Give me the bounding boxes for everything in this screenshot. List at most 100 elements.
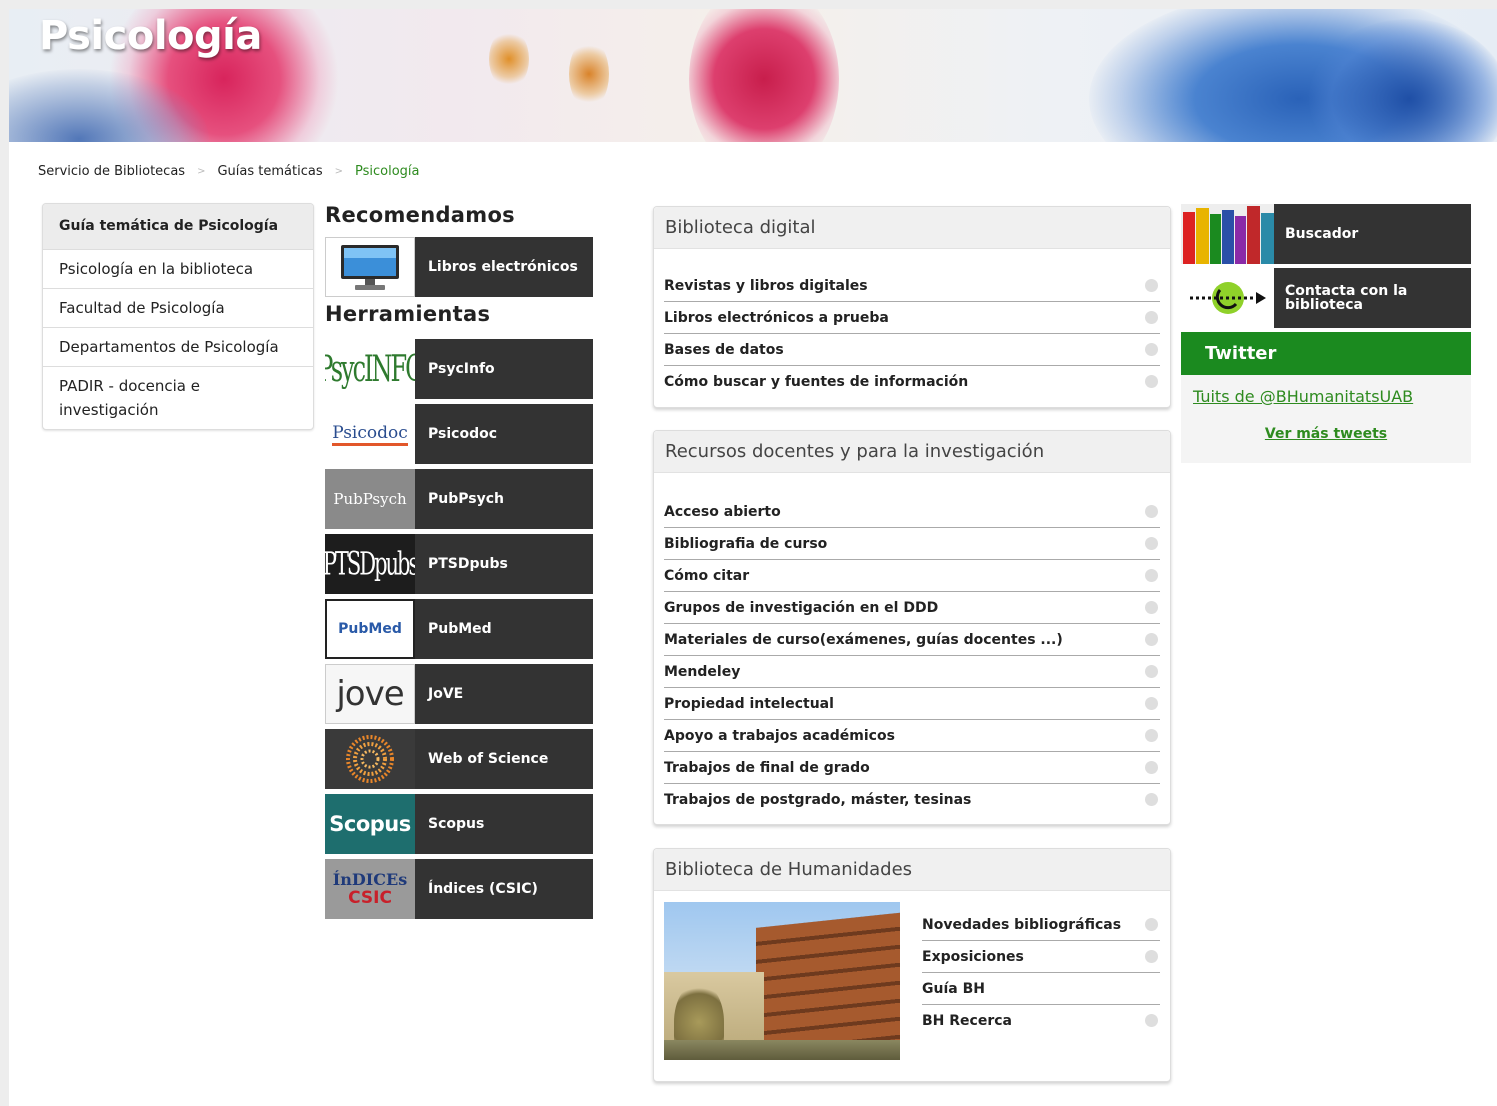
tile-label: Psicodoc [415,404,593,464]
contact-tile[interactable]: Contacta con la biblioteca [1181,268,1471,328]
tile-psicodoc[interactable]: Psicodoc Psicodoc [325,404,593,464]
tile-ptsdpubs[interactable]: PTSDpubs PTSDpubs [325,534,593,594]
list-item-exposiciones[interactable]: Exposiciones [922,941,1160,973]
list-item-revistas[interactable]: Revistas y libros digitales [664,270,1160,302]
psicodoc-logo: Psicodoc [325,404,415,464]
bullet-dot-icon [1145,601,1158,614]
panel-title: Biblioteca digital [654,207,1170,249]
recommend-heading: Recomendamos [325,203,515,227]
jove-logo: jove [325,664,415,724]
bullet-dot-icon [1145,311,1158,324]
tile-pubmed[interactable]: PubMed PubMed [325,599,593,659]
panel-title: Recursos docentes y para la investigació… [654,431,1170,473]
list-item-bases-datos[interactable]: Bases de datos [664,334,1160,366]
ptsdpubs-logo: PTSDpubs [325,534,415,594]
list-item-materiales[interactable]: Materiales de curso(exámenes, guías doce… [664,624,1160,656]
breadcrumb-current: Psicología [354,164,420,179]
bullet-dot-icon [1145,537,1158,550]
tile-label: PubMed [415,599,593,659]
more-tweets-link[interactable]: Ver más tweets [1193,426,1459,442]
bullet-dot-icon [1145,569,1158,582]
bullet-dot-icon [1145,343,1158,356]
leftnav-heading[interactable]: Guía temática de Psicología [43,204,313,249]
bullet-dot-icon [1145,697,1158,710]
tile-label: Scopus [415,794,593,854]
bullet-dot-icon [1145,1014,1158,1027]
list-item-grupos-ddd[interactable]: Grupos de investigación en el DDD [664,592,1160,624]
tile-scopus[interactable]: Scopus Scopus [325,794,593,854]
bullet-dot-icon [1145,950,1158,963]
bullet-dot-icon [1145,729,1158,742]
bullet-dot-icon [1145,918,1158,931]
leftnav-item-biblioteca[interactable]: Psicología en la biblioteca [43,249,313,288]
tile-web-of-science[interactable]: Web of Science [325,729,593,789]
leftnav-item-facultad[interactable]: Facultad de Psicología [43,288,313,327]
bullet-dot-icon [1145,505,1158,518]
list-item-novedades[interactable]: Novedades bibliográficas [922,909,1160,941]
leftnav-item-padir[interactable]: PADIR - docencia e investigación [43,366,313,429]
bullet-dot-icon [1145,665,1158,678]
tile-libros-electronicos[interactable]: Libros electrónicos [325,237,593,297]
page-title: Psicología [39,13,262,59]
tools-heading: Herramientas [325,302,491,326]
tile-indices-csic[interactable]: ÍnDICEs CSIC Índices (CSIC) [325,859,593,919]
panel-biblioteca-humanidades: Biblioteca de Humanidades Novedades bibl… [653,848,1171,1082]
ebook-computer-icon [325,237,415,297]
page: Psicología Servicio de Bibliotecas > Guí… [9,9,1497,1106]
search-label: Buscador [1274,204,1471,264]
list-item-como-citar[interactable]: Cómo citar [664,560,1160,592]
twitter-title: Twitter [1181,332,1471,375]
pubmed-logo: PubMed [325,599,415,659]
header-banner: Psicología [9,9,1497,142]
list-item-postgrado[interactable]: Trabajos de postgrado, máster, tesinas [664,784,1160,815]
tuits-link[interactable]: Tuits de @BHumanitatsUAB [1193,387,1459,406]
list-item-guia-bh[interactable]: Guía BH [922,973,1160,1005]
panel-recursos-docentes: Recursos docentes y para la investigació… [653,430,1171,825]
bullet-dot-icon [1145,375,1158,388]
list-item-tfg[interactable]: Trabajos de final de grado [664,752,1160,784]
psycinfo-logo: PsycINFO [325,339,415,399]
list-item-acceso-abierto[interactable]: Acceso abierto [664,496,1160,528]
panel-biblioteca-digital: Biblioteca digital Revistas y libros dig… [653,206,1171,408]
web-of-science-logo-icon [325,729,415,789]
list-item-libros-prueba[interactable]: Libros electrónicos a prueba [664,302,1160,334]
bullet-dot-icon [1145,793,1158,806]
tile-label: PubPsych [415,469,593,529]
list-item-apoyo[interactable]: Apoyo a trabajos académicos [664,720,1160,752]
tile-label: Libros electrónicos [415,237,593,297]
list-item-mendeley[interactable]: Mendeley [664,656,1160,688]
tile-label: PsycInfo [415,339,593,399]
list-item-bh-recerca[interactable]: BH Recerca [922,1005,1160,1036]
tile-label: Web of Science [415,729,593,789]
pubpsych-logo: PubPsych [325,469,415,529]
tile-label: JoVE [415,664,593,724]
breadcrumb-separator-icon: > [334,166,343,177]
scopus-logo: Scopus [325,794,415,854]
bullet-dot-icon [1145,633,1158,646]
library-building-photo [664,902,900,1060]
tile-label: PTSDpubs [415,534,593,594]
breadcrumb-link-guias[interactable]: Guías temáticas [217,164,322,179]
list-item-bibliografia[interactable]: Bibliografia de curso [664,528,1160,560]
list-item-propiedad[interactable]: Propiedad intelectual [664,688,1160,720]
breadcrumb-link-bibliotecas[interactable]: Servicio de Bibliotecas [38,164,185,179]
bullet-dot-icon [1145,761,1158,774]
tools-column: Recomendamos Libros electrónicos Herrami… [325,203,593,924]
tile-psycinfo[interactable]: PsycINFO PsycInfo [325,339,593,399]
twitter-widget: Twitter Tuits de @BHumanitatsUAB Ver más… [1181,332,1471,463]
tile-pubpsych[interactable]: PubPsych PubPsych [325,469,593,529]
tile-label: Índices (CSIC) [415,859,593,919]
left-navigation: Guía temática de Psicología Psicología e… [42,203,314,430]
contact-label: Contacta con la biblioteca [1274,268,1471,328]
search-tile[interactable]: Buscador [1181,204,1471,264]
leftnav-item-departamentos[interactable]: Departamentos de Psicología [43,327,313,366]
bullet-dot-icon [1145,279,1158,292]
contact-arrow-icon [1181,268,1274,328]
right-column: Buscador Contacta con la biblioteca Twit… [1181,204,1471,463]
panel-title: Biblioteca de Humanidades [654,849,1170,891]
tile-jove[interactable]: jove JoVE [325,664,593,724]
list-item-como-buscar[interactable]: Cómo buscar y fuentes de información [664,366,1160,397]
breadcrumb: Servicio de Bibliotecas > Guías temática… [38,164,419,179]
books-icon [1181,204,1274,264]
indices-csic-logo: ÍnDICEs CSIC [325,859,415,919]
